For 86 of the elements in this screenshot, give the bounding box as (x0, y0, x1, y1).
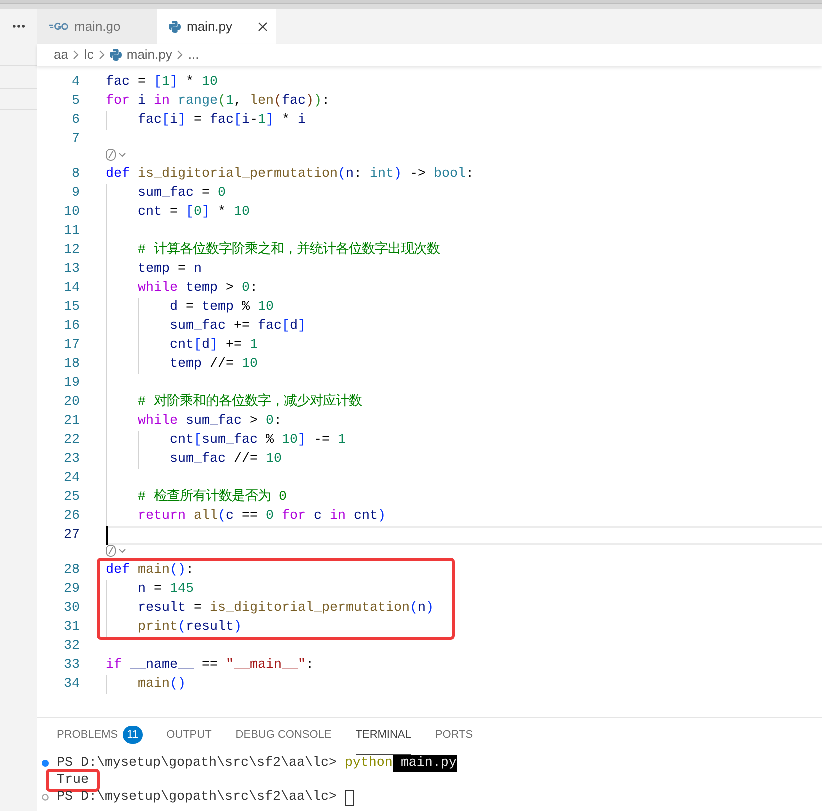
line-number: 22 (63, 432, 81, 450)
chevron-right-icon (177, 50, 184, 60)
line-number: 20 (63, 394, 81, 412)
line-number: 13 (63, 261, 81, 279)
lens-menu-icon[interactable] (106, 545, 126, 557)
line-number: 23 (63, 451, 81, 469)
line-number: 12 (63, 242, 81, 260)
file-type-icon (49, 22, 68, 32)
code-line: if __name__ == "__main__": (106, 658, 314, 673)
line-number: 29 (63, 581, 81, 599)
selected-text: main.py (392, 755, 457, 772)
terminal-cursor (344, 790, 354, 806)
code-line: for i in range(1, len(fac)): (106, 94, 330, 109)
code-line: result = is_digitorial_permutation(n) (138, 601, 434, 616)
line-number: 16 (63, 318, 81, 336)
line-number: 8 (71, 166, 81, 184)
line-number: 26 (63, 508, 81, 526)
code-line: main() (138, 677, 186, 692)
editor-tab[interactable]: main.go (37, 9, 157, 44)
line-number: 9 (71, 185, 81, 203)
code-line: # 计算各位数字阶乘之和，并统计各位数字出现次数 (138, 243, 440, 258)
code-line: while temp > 0: (138, 281, 258, 296)
code-line: sum_fac = 0 (138, 186, 226, 201)
line-number: 17 (63, 337, 81, 355)
code-line: sum_fac //= 10 (170, 452, 282, 467)
status-ring-icon (42, 794, 49, 801)
line-number: 33 (63, 657, 81, 675)
breadcrumb-item[interactable]: ... (188, 45, 200, 65)
code-line: fac[i] = fac[i-1] * i (138, 113, 306, 128)
line-number: 18 (63, 356, 81, 374)
line-number: 11 (63, 223, 81, 241)
editor-tab[interactable]: main.py (157, 9, 276, 44)
line-number: 30 (63, 600, 81, 618)
line-number: 15 (63, 299, 81, 317)
close-icon[interactable] (258, 22, 268, 32)
line-number: 31 (63, 619, 81, 637)
panel-tab[interactable]: OUTPUT (166, 718, 212, 755)
code-line: sum_fac += fac[d] (170, 319, 306, 334)
line-number: 28 (63, 562, 81, 580)
code-line: return all(c == 0 for c in cnt) (138, 509, 386, 524)
text-cursor (106, 526, 108, 545)
code-line: # 对阶乘和的各位数字，减少对应计数 (138, 395, 362, 410)
chevron-right-icon (73, 50, 80, 60)
file-type-icon (169, 20, 181, 32)
terminal-prompt: PS D:\mysetup\gopath\src\sf2\aa\lc> (57, 755, 337, 772)
code-line: # 检查所有计数是否为 0 (138, 490, 287, 505)
breadcrumb-item[interactable]: aa (54, 45, 68, 65)
code-line: cnt[sum_fac % 10] -= 1 (170, 433, 346, 448)
status-dot-icon (42, 760, 49, 767)
line-number: 24 (63, 470, 81, 488)
code-line: n = 145 (138, 582, 194, 597)
line-number: 25 (63, 489, 81, 507)
command-text: python (344, 755, 393, 772)
line-number: 4 (71, 74, 81, 92)
panel-tab[interactable]: PORTS (435, 718, 474, 755)
code-line: def main(): (106, 563, 194, 578)
line-number: 21 (63, 413, 81, 431)
line-number: 7 (71, 131, 81, 149)
line-number: 14 (63, 280, 81, 298)
code-line: print(result) (138, 620, 242, 635)
file-type-icon (110, 49, 122, 61)
line-number: 5 (71, 93, 81, 111)
line-number: 27 (63, 527, 81, 545)
terminal-prompt: PS D:\mysetup\gopath\src\sf2\aa\lc> (57, 789, 337, 806)
panel-tab[interactable]: PROBLEMS 11 (57, 718, 143, 755)
line-number: 6 (71, 112, 81, 130)
lens-menu-icon[interactable] (106, 149, 126, 161)
line-number: 32 (63, 638, 81, 656)
chevron-right-icon (98, 50, 105, 60)
code-line: cnt[d] += 1 (170, 338, 258, 353)
terminal-output: True (57, 772, 89, 789)
line-number: 19 (63, 375, 81, 393)
line-number: 10 (63, 204, 81, 222)
breadcrumb-item[interactable]: main.py (110, 45, 172, 65)
code-line: def is_digitorial_permutation(n: int) -> bool: (106, 167, 474, 182)
code-line: cnt = [0] * 10 (138, 205, 250, 220)
more-icon[interactable] (12, 25, 24, 28)
code-line: while sum_fac > 0: (138, 414, 282, 429)
code-line: fac = [1] * 10 (106, 75, 218, 90)
code-line: d = temp % 10 (170, 300, 274, 315)
panel-tab[interactable]: DEBUG CONSOLE (236, 718, 332, 755)
line-number: 34 (63, 676, 81, 694)
code-line: temp //= 10 (170, 357, 258, 372)
code-line: temp = n (138, 262, 202, 277)
breadcrumb-item[interactable]: lc (84, 45, 94, 65)
count-badge: 11 (123, 726, 143, 744)
